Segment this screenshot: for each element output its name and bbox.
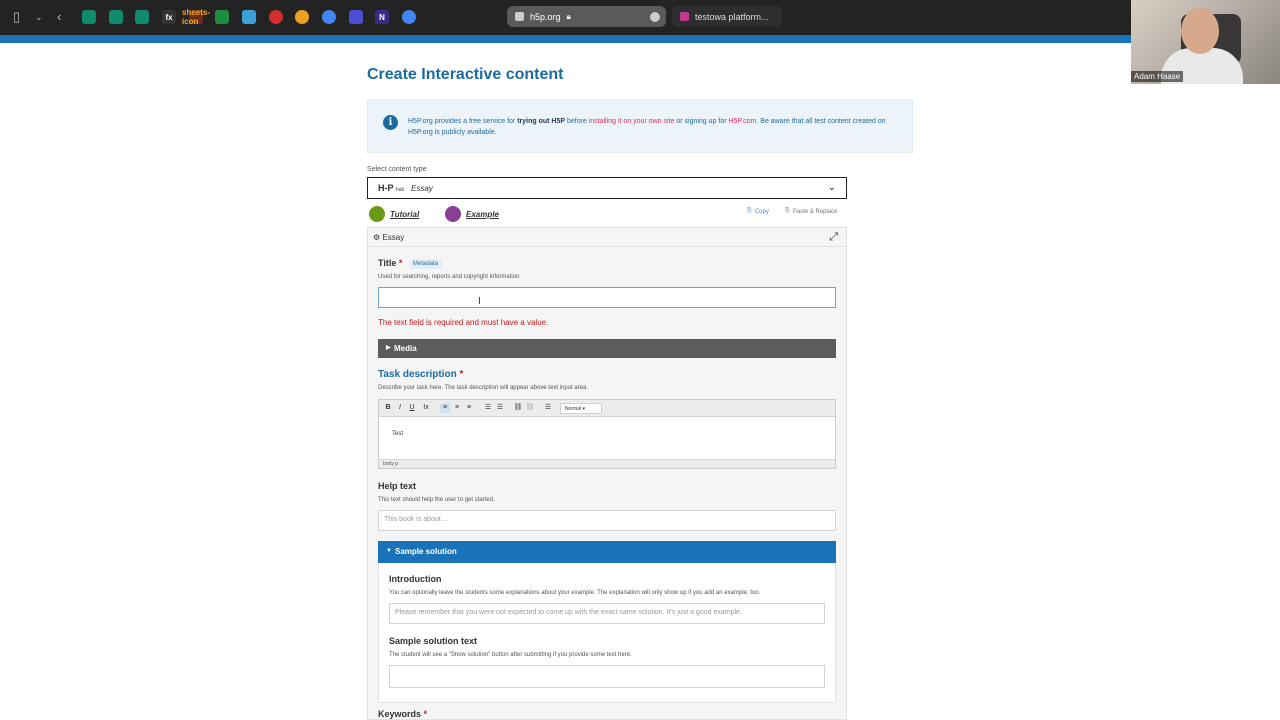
- media-label: Media: [394, 344, 417, 353]
- caret-down-icon: ▼: [386, 548, 392, 554]
- unlink-icon[interactable]: ⛓: [525, 403, 535, 413]
- introduction-label: Introduction: [389, 574, 442, 584]
- sample-solution-text-input[interactable]: [389, 665, 825, 688]
- paste-icon: ⎘: [785, 208, 790, 214]
- more-icon[interactable]: [650, 12, 660, 22]
- select-label: Select content type: [367, 166, 427, 173]
- lock-icon: 🔒︎: [566, 11, 571, 21]
- introduction-description: You can optionally leave the students so…: [389, 590, 761, 596]
- sheets-icon[interactable]: [215, 10, 229, 24]
- introduction-placeholder: Please remember that you were not expect…: [395, 609, 742, 616]
- task-description-help: Describe your task here. The task descri…: [378, 385, 588, 391]
- text-cursor-icon: I: [478, 296, 481, 307]
- form-header-title: ⚙ Essay: [373, 233, 405, 242]
- help-text-input[interactable]: This book is about ...: [378, 510, 836, 531]
- caret-right-icon: ▶: [386, 345, 391, 351]
- title-error: The text field is required and must have…: [378, 318, 549, 327]
- install-link[interactable]: installing it on your own site: [589, 118, 675, 125]
- clear-format-button[interactable]: Ix: [421, 403, 431, 413]
- example-link[interactable]: Example: [445, 206, 499, 222]
- app-icon[interactable]: [242, 10, 256, 24]
- chrome-icon[interactable]: [402, 10, 416, 24]
- h5p-logo: H-P hub: [378, 183, 405, 193]
- align-left-button[interactable]: ≡: [440, 403, 450, 413]
- underline-button[interactable]: U: [407, 403, 417, 413]
- info-icon: i: [383, 115, 398, 130]
- horizontal-rule-button[interactable]: ☰: [543, 403, 553, 413]
- record-icon[interactable]: [269, 10, 283, 24]
- title-description: Used for searching, reports and copyrigh…: [378, 274, 520, 280]
- bookmark-inv[interactable]: fx: [162, 10, 176, 24]
- tab-testowa[interactable]: testowa platform...: [672, 6, 782, 27]
- person-head: [1181, 8, 1219, 54]
- h5pcom-link[interactable]: H5P.com: [729, 118, 757, 125]
- help-text-description: This text should help the user to get st…: [378, 497, 495, 503]
- app-icon[interactable]: [295, 10, 309, 24]
- site-header-bar: [0, 35, 1280, 43]
- copy-icon: ⎘: [747, 208, 752, 214]
- bookmark-n[interactable]: N: [375, 10, 389, 24]
- editor-toolbar: B I U Ix ≡ ≡ ≡ ☰ ☰ ⛓ ⛓ ☰ Normal ▾: [379, 400, 835, 417]
- app-icon[interactable]: [135, 10, 149, 24]
- chevron-down-icon: ⌄: [827, 182, 836, 193]
- select-value: Essay: [411, 184, 433, 193]
- form-header: ⚙ Essay ⤢: [368, 228, 846, 247]
- tutorial-link[interactable]: Tutorial: [369, 206, 419, 222]
- info-notice: i H5P.org provides a free service for tr…: [367, 99, 913, 153]
- sample-solution-text-description: The student will see a "Show solution" b…: [389, 652, 632, 658]
- tab-favicon: [680, 12, 689, 21]
- task-description-label: Task description *: [378, 369, 464, 380]
- bullet-list-button[interactable]: ☰: [483, 403, 493, 413]
- italic-button[interactable]: I: [395, 403, 405, 413]
- chrome-icon[interactable]: [322, 10, 336, 24]
- tab-favicon: [515, 12, 524, 21]
- sample-solution-section[interactable]: ▼ Sample solution: [378, 541, 836, 563]
- title-input[interactable]: [378, 287, 836, 308]
- editor-content: Test: [392, 431, 404, 437]
- metadata-button[interactable]: Metadata: [409, 259, 443, 269]
- tab-label: testowa platform...: [695, 11, 769, 22]
- media-section[interactable]: ▶ Media: [378, 339, 836, 358]
- help-text-placeholder: This book is about ...: [384, 516, 449, 523]
- sample-solution-label: Sample solution: [395, 547, 457, 556]
- introduction-input[interactable]: Please remember that you were not expect…: [389, 603, 825, 624]
- app-icon[interactable]: [82, 10, 96, 24]
- app-icon[interactable]: [109, 10, 123, 24]
- tab-label: h5p.org: [530, 11, 561, 22]
- chevron-down-icon[interactable]: ⌄: [35, 9, 43, 25]
- copy-button[interactable]: ⎘ Copy: [747, 208, 769, 215]
- title-label: Title *: [378, 258, 403, 268]
- expand-icon[interactable]: ⤢: [829, 231, 838, 244]
- back-icon[interactable]: ‹: [57, 9, 61, 25]
- align-right-button[interactable]: ≡: [464, 403, 474, 413]
- paste-replace-button[interactable]: ⎘ Paste & Replace: [785, 208, 838, 215]
- essay-icon: ⚙: [373, 233, 383, 242]
- app-icon[interactable]: [349, 10, 363, 24]
- webcam-overlay: Adam Haase: [1131, 0, 1280, 84]
- example-icon: [445, 206, 461, 222]
- numbered-list-button[interactable]: ☰: [495, 403, 505, 413]
- help-text-label: Help text: [378, 481, 417, 491]
- align-center-button[interactable]: ≡: [452, 403, 462, 413]
- keywords-label: Keywords *: [378, 709, 428, 719]
- sample-solution-text-label: Sample solution text: [389, 636, 478, 646]
- content-type-select[interactable]: H-P hub Essay ⌄: [367, 177, 847, 199]
- rich-text-editor[interactable]: B I U Ix ≡ ≡ ≡ ☰ ☰ ⛓ ⛓ ☰ Normal ▾ Test b…: [378, 399, 836, 469]
- bold-button[interactable]: B: [383, 403, 393, 413]
- notice-text: H5P.org provides a free service for tryi…: [408, 118, 886, 136]
- tab-h5p[interactable]: h5p.org 🔒︎: [507, 6, 666, 27]
- format-select[interactable]: Normal ▾: [560, 403, 602, 414]
- sidebar-icon[interactable]: ▯: [13, 9, 20, 25]
- tutorial-icon: [369, 206, 385, 222]
- page-title: Create Interactive content: [367, 66, 564, 83]
- bookmark-fx[interactable]: sheets-icon: [182, 8, 210, 26]
- webcam-name: Adam Haase: [1131, 71, 1184, 82]
- link-icon[interactable]: ⛓: [513, 403, 523, 413]
- editor-path: body p: [379, 459, 835, 468]
- browser-toolbar: ▯ ⌄ ‹ fx sheets-icon N h5p.org 🔒︎ testow…: [0, 0, 1280, 43]
